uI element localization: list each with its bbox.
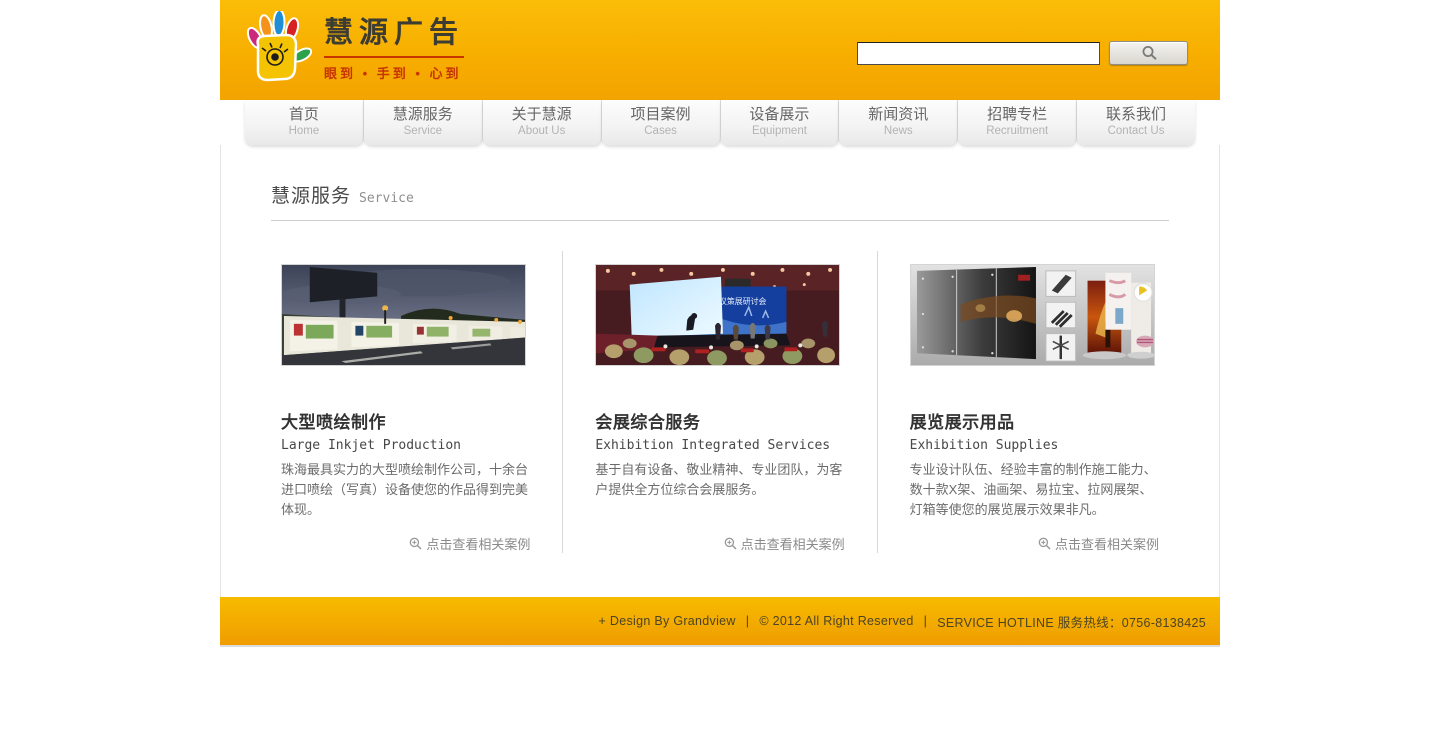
service-description: 专业设计队伍、经验丰富的制作施工能力、数十款X架、油画架、易拉宝、拉网展架、灯箱… <box>910 460 1159 520</box>
service-description: 珠海最具实力的大型喷绘制作公司，十余台进口喷绘（写真）设备使您的作品得到完美体现… <box>281 460 530 520</box>
inkjet-billboard-photo <box>281 251 530 366</box>
nav-item-about[interactable]: 关于慧源 About Us <box>483 100 602 145</box>
nav-item-contact[interactable]: 联系我们 Contact Us <box>1077 100 1195 145</box>
zoom-in-icon <box>724 537 737 550</box>
nav-item-news[interactable]: 新闻资讯 News <box>839 100 958 145</box>
zoom-in-icon <box>1038 537 1051 550</box>
service-title: 会展综合服务 <box>595 408 844 433</box>
footer-hotline: SERVICE HOTLINE 服务热线：0756-8138425 <box>937 612 1206 631</box>
nav-home-en: Home <box>245 124 363 138</box>
service-title-en: Large Inkjet Production <box>281 438 530 453</box>
view-cases-link-inkjet[interactable]: 点击查看相关案例 <box>281 534 530 553</box>
view-cases-label: 点击查看相关案例 <box>1055 534 1159 553</box>
brand-tagline: 眼到 • 手到 • 心到 <box>324 63 464 82</box>
view-cases-link-exhibition[interactable]: 点击查看相关案例 <box>595 534 844 553</box>
page-title: 慧源服务 <box>271 181 351 208</box>
nav-item-cases[interactable]: 项目案例 Cases <box>602 100 721 145</box>
footer-design-credit: + Design By Grandview <box>599 614 736 628</box>
footer-separator: | <box>746 614 750 628</box>
nav-item-equipment[interactable]: 设备展示 Equipment <box>721 100 840 145</box>
service-title: 展览展示用品 <box>910 408 1159 433</box>
nav-cases-zh: 项目案例 <box>602 105 720 124</box>
zoom-in-icon <box>409 537 422 550</box>
nav-cases-en: Cases <box>602 124 720 138</box>
service-title-en: Exhibition Supplies <box>910 438 1159 453</box>
search-input[interactable] <box>857 42 1100 65</box>
service-title-en: Exhibition Integrated Services <box>595 438 844 453</box>
page-title-en: Service <box>359 191 414 206</box>
page-title-row: 慧源服务 Service <box>271 145 1169 208</box>
search-button[interactable] <box>1109 41 1188 65</box>
nav-home-zh: 首页 <box>245 105 363 124</box>
display-supplies-photo <box>910 251 1159 366</box>
nav-inner: 首页 Home 慧源服务 Service 关于慧源 About Us 项目案例 … <box>245 100 1195 145</box>
brand-text-block[interactable]: 慧源广告 眼到 • 手到 • 心到 <box>324 18 464 82</box>
nav-contact-en: Contact Us <box>1077 124 1195 138</box>
conference-hall-photo: 新区会议策展研讨会 <box>595 251 844 366</box>
site-header: 慧源广告 眼到 • 手到 • 心到 <box>220 0 1220 100</box>
service-col-supplies: 展览展示用品 Exhibition Supplies 专业设计队伍、经验丰富的制… <box>877 251 1159 553</box>
view-cases-link-supplies[interactable]: 点击查看相关案例 <box>910 534 1159 553</box>
view-cases-label: 点击查看相关案例 <box>426 534 530 553</box>
brand-name: 慧源广告 <box>324 18 464 58</box>
nav-recruitment-zh: 招聘专栏 <box>958 105 1076 124</box>
nav-recruitment-en: Recruitment <box>958 124 1076 138</box>
main-nav: 首页 Home 慧源服务 Service 关于慧源 About Us 项目案例 … <box>220 100 1220 145</box>
nav-equipment-en: Equipment <box>721 124 839 138</box>
nav-service-zh: 慧源服务 <box>364 105 482 124</box>
title-divider <box>271 220 1169 221</box>
view-cases-label: 点击查看相关案例 <box>741 534 845 553</box>
nav-news-zh: 新闻资讯 <box>839 105 957 124</box>
nav-news-en: News <box>839 124 957 138</box>
service-col-exhibition: 新区会议策展研讨会 <box>562 251 876 553</box>
main-content: 慧源服务 Service <box>220 145 1220 597</box>
page-container: 慧源广告 眼到 • 手到 • 心到 首页 Home 慧源服务 <box>220 0 1220 647</box>
nav-item-service[interactable]: 慧源服务 Service <box>364 100 483 145</box>
nav-service-en: Service <box>364 124 482 138</box>
footer-copyright: © 2012 All Right Reserved <box>759 614 913 628</box>
search-area <box>857 41 1188 65</box>
search-icon <box>1140 45 1158 61</box>
service-col-inkjet: 大型喷绘制作 Large Inkjet Production 珠海最具实力的大型… <box>281 251 562 553</box>
nav-about-zh: 关于慧源 <box>483 105 601 124</box>
services-section: 大型喷绘制作 Large Inkjet Production 珠海最具实力的大型… <box>281 251 1159 553</box>
nav-about-en: About Us <box>483 124 601 138</box>
nav-item-home[interactable]: 首页 Home <box>245 100 364 145</box>
hand-eye-logo-icon <box>242 11 312 89</box>
service-title: 大型喷绘制作 <box>281 408 530 433</box>
nav-item-recruitment[interactable]: 招聘专栏 Recruitment <box>958 100 1077 145</box>
service-description: 基于自有设备、敬业精神、专业团队，为客户提供全方位综合会展服务。 <box>595 460 844 500</box>
site-footer: + Design By Grandview | © 2012 All Right… <box>220 597 1220 647</box>
brand-logo[interactable] <box>242 11 312 89</box>
nav-contact-zh: 联系我们 <box>1077 105 1195 124</box>
nav-equipment-zh: 设备展示 <box>721 105 839 124</box>
footer-separator: | <box>924 614 928 628</box>
